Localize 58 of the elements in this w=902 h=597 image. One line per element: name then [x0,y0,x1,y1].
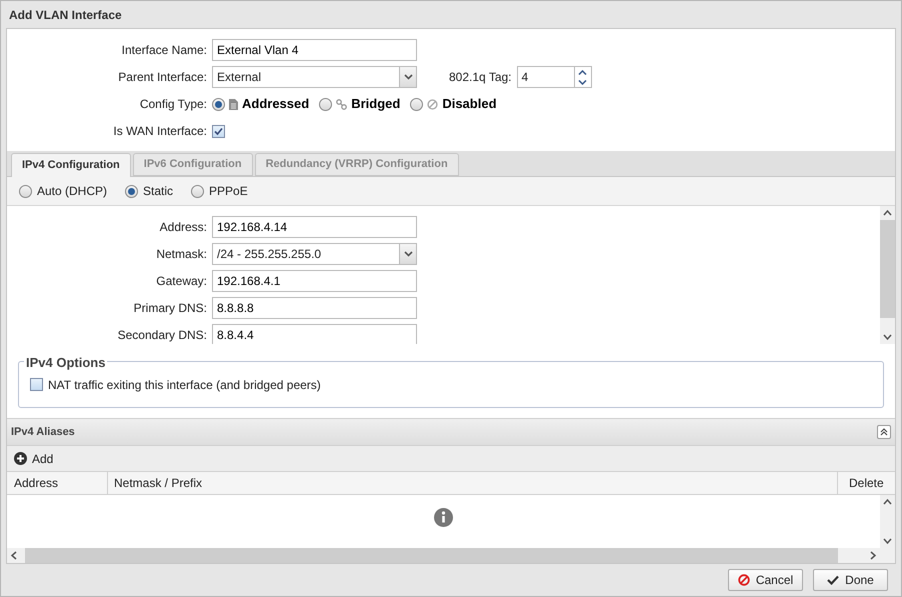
vertical-scrollbar[interactable] [880,495,895,563]
field-label: Is WAN Interface: [112,123,208,140]
radio-button[interactable] [212,98,225,110]
link-icon [336,98,348,110]
radio-label[interactable]: Auto (DHCP) [37,182,108,200]
vertical-scrollbar[interactable] [880,206,895,344]
radio-label[interactable]: Static [143,182,174,200]
panel-title: IPv4 Aliases [11,424,76,440]
cancel-button[interactable]: Cancel [728,569,803,591]
info-icon [434,508,453,527]
caret-icon [404,251,412,257]
double-chevron-icon [880,428,888,436]
radio-button[interactable] [125,184,138,198]
radio-label[interactable]: Addressed [242,94,310,114]
number-spinner[interactable]: 4 [516,66,592,88]
dropdown-field[interactable]: /24 - 255.255.255.0 [212,243,417,265]
window-title: Add VLAN Interface [8,6,123,24]
text-field[interactable]: 8.8.8.8 [212,297,417,319]
radio-label[interactable]: PPPoE [209,182,248,200]
dropdown-arrow-button[interactable] [399,67,416,87]
cancel-icon [738,574,750,586]
column-header[interactable]: Delete [838,472,895,494]
tab[interactable]: IPv4 Configuration [11,153,131,177]
radio-button[interactable] [319,98,332,110]
column-header[interactable]: Netmask / Prefix [108,472,838,494]
field-label: Secondary DNS: [116,327,208,344]
blocked-icon [427,98,438,110]
field-label: Address: [158,219,208,236]
document-icon [229,98,238,110]
text-field[interactable]: 8.8.4.4 [212,324,417,344]
collapse-button[interactable] [877,425,891,439]
plus-circle-icon [14,452,27,465]
dropdown-field[interactable]: External [212,66,417,88]
checkmark-icon [827,575,840,585]
column-header[interactable]: Address [7,472,108,494]
field-label: 802.1q Tag: [449,69,513,86]
checkbox-label[interactable]: NAT traffic exiting this interface (and bridged peers) [48,376,321,394]
caret-icon [404,74,412,80]
radio-button[interactable] [410,98,424,110]
field-label: Primary DNS: [132,300,208,317]
field-label: Gateway: [155,273,208,290]
radio-label[interactable]: Disabled [442,94,497,114]
checkbox[interactable] [30,378,43,391]
add-button[interactable]: Add [14,450,54,468]
done-button[interactable]: Done [813,569,888,591]
radio-button[interactable] [191,184,204,198]
text-field[interactable]: 192.168.4.1 [212,270,417,292]
field-label: Config Type: [138,96,208,113]
dropdown-arrow-button[interactable] [399,244,416,264]
radio-label[interactable]: Bridged [351,94,400,114]
text-field[interactable]: 192.168.4.14 [212,216,417,238]
field-label: Netmask: [155,246,208,263]
scrollbar-thumb[interactable] [880,220,895,318]
radio-button[interactable] [19,184,32,198]
checkbox[interactable] [212,124,225,138]
field-label: Interface Name: [120,42,208,59]
text-field[interactable]: External Vlan 4 [212,39,417,61]
field-label: Parent Interface: [117,69,208,86]
